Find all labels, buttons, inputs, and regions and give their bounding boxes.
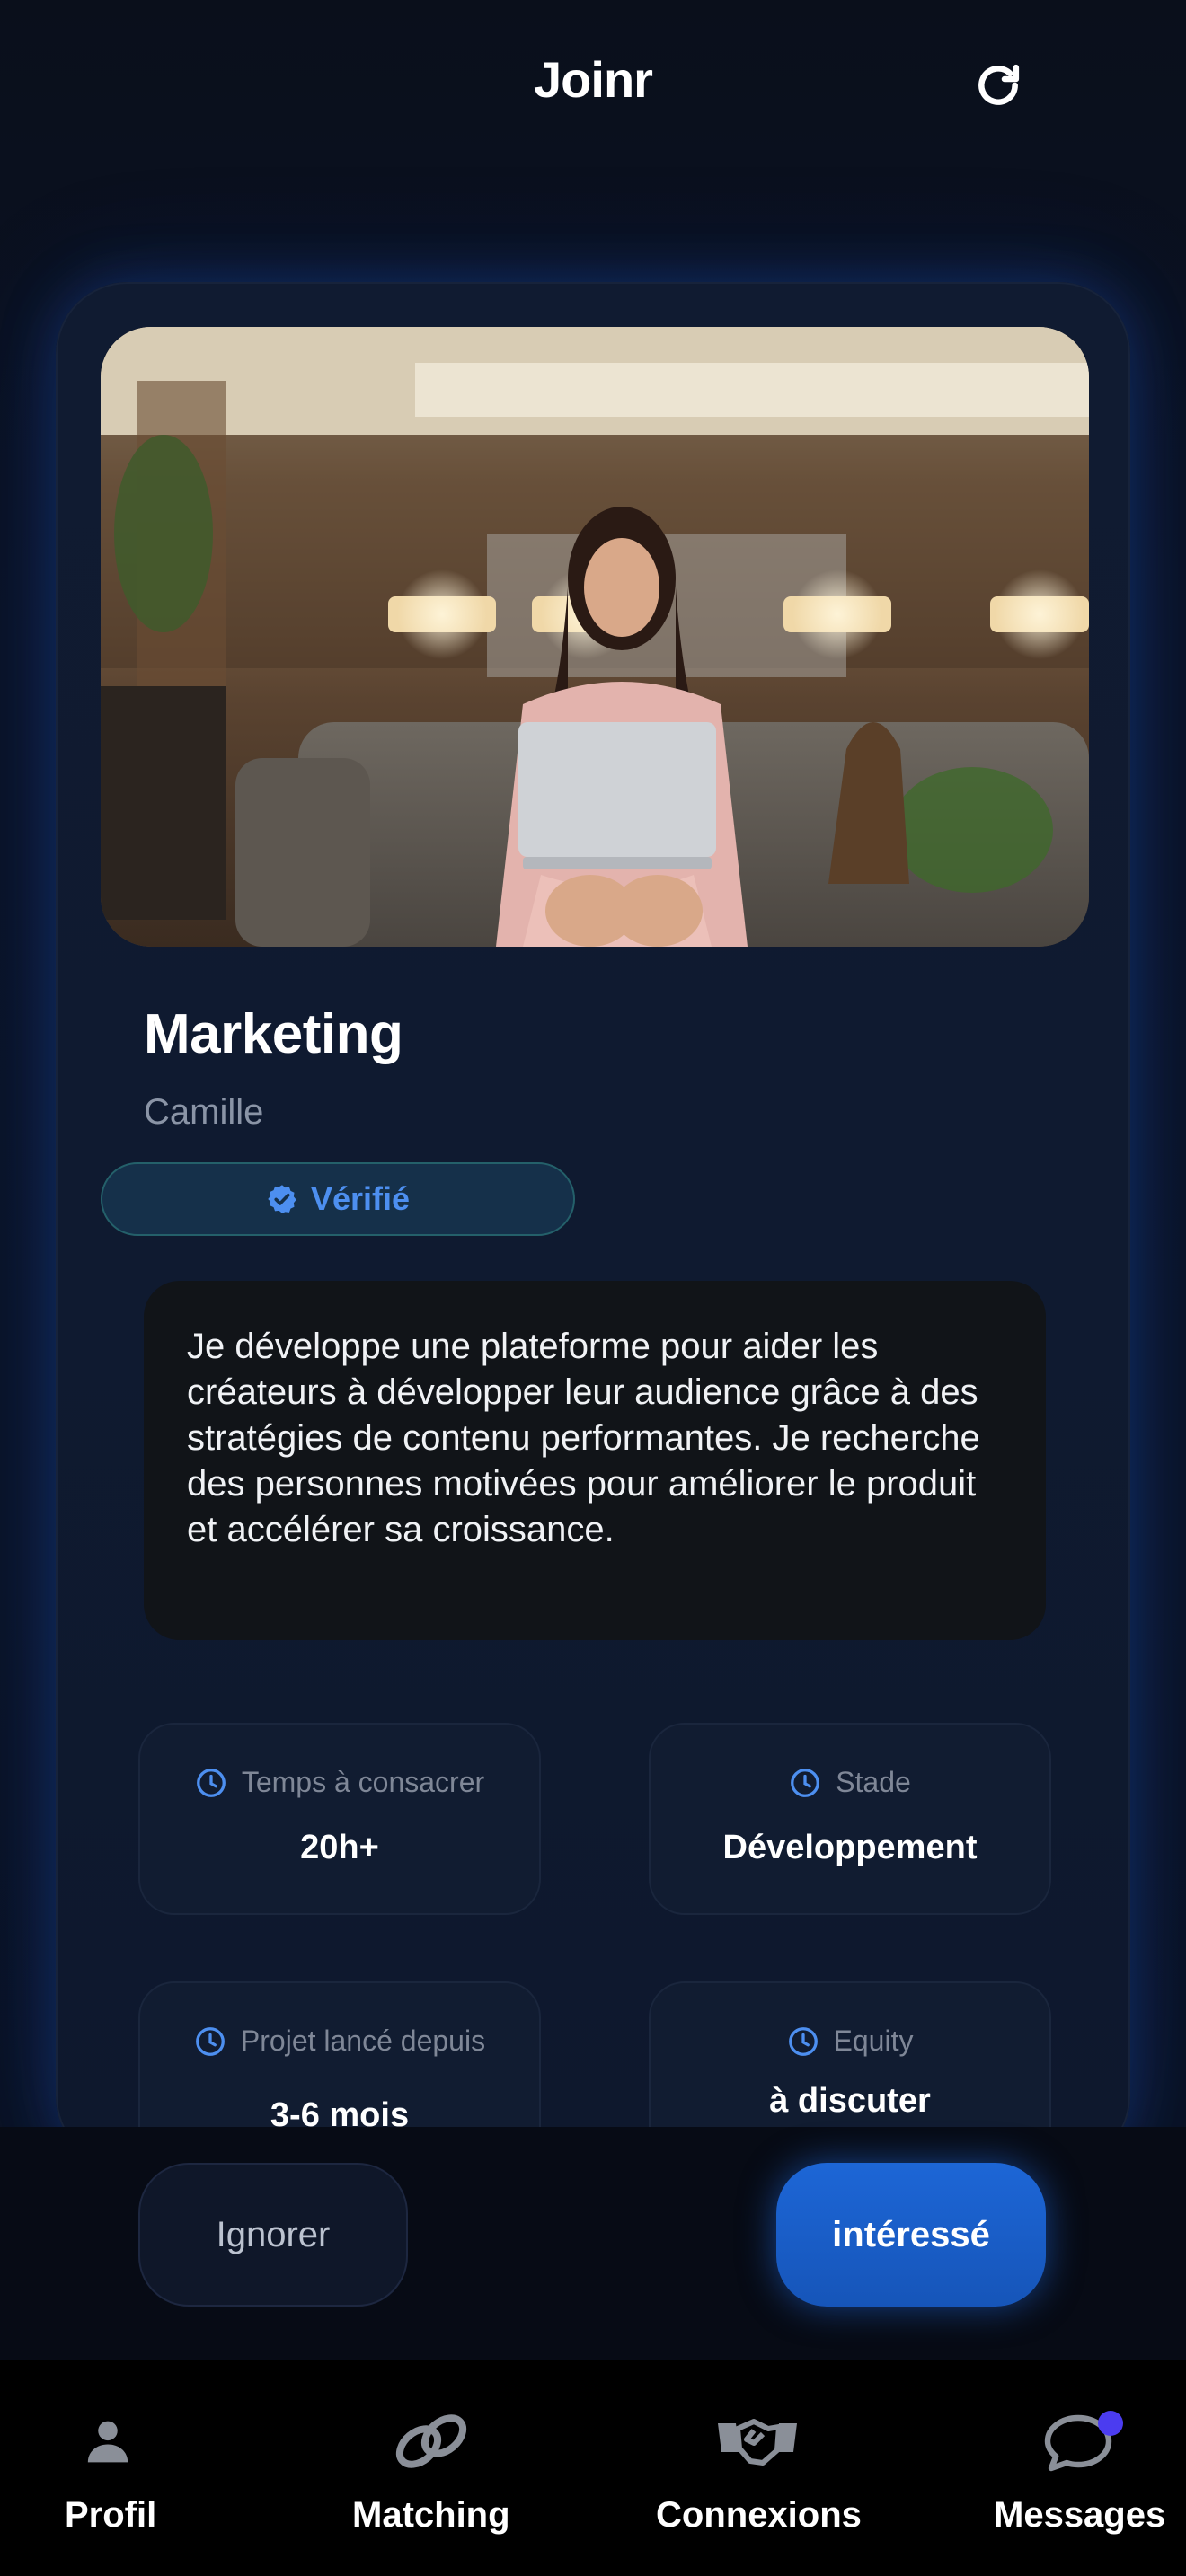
stat-card-time: Temps à consacrer 20h+ [138, 1723, 541, 1915]
clock-icon [196, 1768, 226, 1797]
bio-text: Je développe une plateforme pour aider l… [187, 1327, 980, 1549]
nav-label: Messages [994, 2495, 1166, 2535]
interested-button[interactable]: intéressé [776, 2163, 1046, 2307]
clock-icon [791, 1768, 820, 1797]
app-screen: Joinr Marketing Camille Vérifié Je dével… [0, 0, 1186, 2576]
nav-item-connexions[interactable]: Connexions [654, 2360, 862, 2576]
nav-item-profil[interactable]: Profil [54, 2360, 162, 2576]
notification-dot [1098, 2411, 1123, 2436]
refresh-icon [978, 64, 1020, 105]
stat-label: Projet lancé depuis [240, 2025, 486, 2057]
stat-card-stage: Stade Développement [649, 1723, 1051, 1915]
clock-icon [196, 2026, 225, 2056]
profile-card[interactable]: Marketing Camille Vérifié Je développe u… [56, 282, 1130, 2168]
link-icon [395, 2414, 467, 2468]
verified-label: Vérifié [310, 1180, 411, 1217]
stat-label: Temps à consacrer [241, 1766, 485, 1798]
stat-value: 20h+ [300, 1829, 379, 1866]
verified-check-icon [268, 1185, 296, 1213]
nav-item-matching[interactable]: Matching [341, 2360, 521, 2576]
ignore-button[interactable]: Ignorer [138, 2163, 408, 2307]
stat-value: à discuter [769, 2082, 931, 2120]
nav-label: Matching [352, 2495, 510, 2535]
stat-label: Equity [833, 2025, 914, 2057]
role-title: Marketing [144, 1003, 403, 1065]
bio-box: Je développe une plateforme pour aider l… [144, 1281, 1046, 1640]
person-name: Camille [144, 1092, 264, 1132]
header: Joinr [0, 0, 1186, 171]
nav-label: Profil [65, 2495, 157, 2535]
nav-label: Connexions [656, 2495, 862, 2535]
handshake-icon [718, 2419, 797, 2466]
profile-photo [101, 327, 1089, 947]
stat-label: Stade [836, 1766, 911, 1798]
stat-value: Développement [722, 1829, 978, 1866]
bottom-nav: Profil Matching Connexions Messages [0, 2360, 1186, 2576]
action-bar: Ignorer intéressé [0, 2127, 1186, 2360]
verified-badge: Vérifié [101, 1162, 575, 1236]
nav-item-messages[interactable]: Messages [988, 2360, 1168, 2576]
refresh-button[interactable] [969, 56, 1028, 115]
clock-icon [788, 2026, 818, 2056]
person-icon [87, 2421, 128, 2463]
